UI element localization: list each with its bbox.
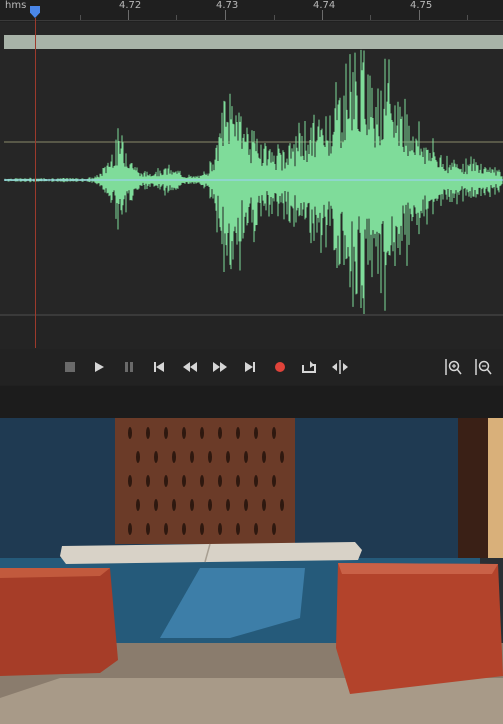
brick-hole: [280, 451, 284, 463]
brick-hole: [182, 475, 186, 487]
skip-back-icon: [154, 362, 164, 372]
brick-hole: [236, 475, 240, 487]
rewind-button[interactable]: [180, 357, 200, 377]
right-brick: [336, 563, 503, 694]
audio-editor-panel: hms 4.72 4.73 4.74 4.75: [0, 0, 503, 398]
skip-to-start-button[interactable]: [149, 357, 169, 377]
left-brick: [0, 568, 118, 676]
brick-hole: [190, 499, 194, 511]
ruler-tick-label: 4.72: [119, 0, 142, 11]
brick-hole: [200, 523, 204, 535]
waveform-samples: [4, 49, 503, 314]
waveform[interactable]: [0, 22, 503, 314]
record-button[interactable]: [270, 357, 290, 377]
stop-icon: [65, 362, 75, 372]
brick-hole: [244, 451, 248, 463]
brick-hole: [218, 523, 222, 535]
ruler-minor-tick: [274, 15, 275, 20]
rewind-icon: [183, 362, 197, 372]
brick-hole: [254, 523, 258, 535]
brick-hole: [244, 499, 248, 511]
ruler-minor-tick: [370, 15, 371, 20]
ruler-unit-label: hms: [5, 0, 27, 11]
brick-hole: [200, 427, 204, 439]
brick-hole: [208, 499, 212, 511]
brick-hole: [254, 427, 258, 439]
zoom-in-icon: [445, 359, 462, 375]
brick-hole: [200, 475, 204, 487]
brick-hole: [182, 427, 186, 439]
record-icon: [275, 362, 285, 372]
brick-hole: [128, 523, 132, 535]
ruler-minor-tick: [176, 15, 177, 20]
brick-hole: [164, 475, 168, 487]
brick-hole: [128, 475, 132, 487]
brick-hole: [146, 427, 150, 439]
brick-hole: [128, 427, 132, 439]
fast-forward-button[interactable]: [210, 357, 230, 377]
ruler-minor-tick: [467, 15, 468, 20]
brick-hole: [272, 523, 276, 535]
time-ruler[interactable]: hms 4.72 4.73 4.74 4.75: [0, 0, 503, 21]
background-light: [488, 418, 503, 558]
brick-hole: [136, 499, 140, 511]
zoom-out-amplitude-button[interactable]: [473, 357, 493, 377]
brick-hole: [236, 427, 240, 439]
pause-button[interactable]: [119, 357, 139, 377]
skip-selection-button[interactable]: [330, 357, 350, 377]
audio-track[interactable]: [0, 22, 503, 314]
brick-hole: [218, 475, 222, 487]
ruler-tick-label: 4.74: [313, 0, 336, 11]
brick-hole: [226, 451, 230, 463]
loop-button[interactable]: [299, 357, 319, 377]
brick-hole: [172, 451, 176, 463]
brick-hole: [136, 451, 140, 463]
brick-hole: [272, 475, 276, 487]
skip-forward-icon: [245, 362, 255, 372]
brick-hole: [154, 451, 158, 463]
brick-hole: [154, 499, 158, 511]
brick-hole: [164, 427, 168, 439]
ruler-tick-label: 4.73: [216, 0, 239, 11]
loop-icon: [302, 361, 316, 373]
fast-forward-icon: [213, 362, 227, 372]
skip-selection-icon: [332, 360, 348, 374]
brick-hole: [190, 451, 194, 463]
brick-hole: [272, 427, 276, 439]
transport-bar: [0, 349, 503, 385]
brick-hole: [146, 475, 150, 487]
brick-hole: [182, 523, 186, 535]
brick-hole: [262, 499, 266, 511]
brick-hole: [280, 499, 284, 511]
brick-hole: [208, 451, 212, 463]
photo-brick-on-slab: [0, 418, 503, 724]
ruler-tick-label: 4.75: [410, 0, 433, 11]
brick-hole: [172, 499, 176, 511]
ground-light: [0, 678, 503, 724]
brick-hole: [226, 499, 230, 511]
play-icon: [95, 362, 104, 372]
playhead-line: [35, 18, 36, 348]
zoom-in-amplitude-button[interactable]: [443, 357, 463, 377]
panel-divider: [0, 386, 503, 418]
brick-hole: [146, 523, 150, 535]
brick-hole: [218, 427, 222, 439]
brick-hole: [254, 475, 258, 487]
brick-hole: [236, 523, 240, 535]
top-brick: [115, 418, 295, 544]
skip-to-end-button[interactable]: [240, 357, 260, 377]
ruler-minor-tick: [80, 15, 81, 20]
play-button[interactable]: [89, 357, 109, 377]
track-lower-strip: [0, 314, 503, 350]
brick-hole: [262, 451, 266, 463]
brick-hole: [164, 523, 168, 535]
zoom-out-icon: [475, 359, 492, 375]
stop-button[interactable]: [60, 357, 80, 377]
pause-icon: [125, 362, 133, 372]
